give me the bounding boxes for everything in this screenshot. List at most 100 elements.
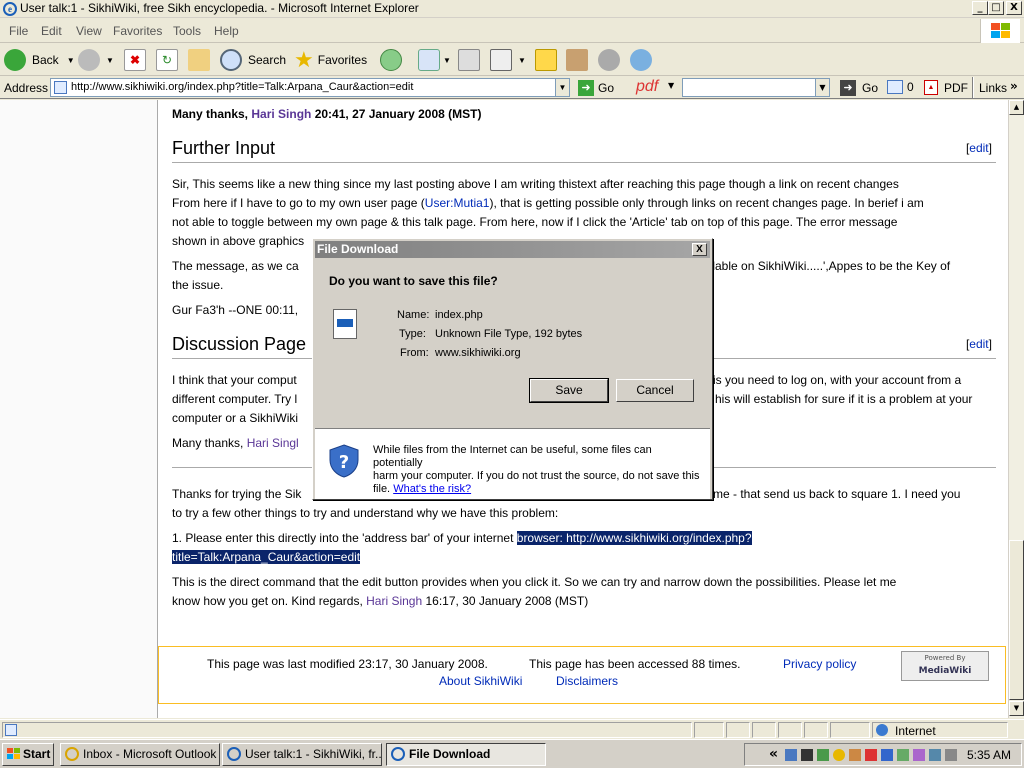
dialog-close-button[interactable]: X: [692, 243, 707, 256]
save-button[interactable]: Save: [529, 378, 609, 403]
vertical-scrollbar[interactable]: ▲ ▼: [1008, 100, 1024, 718]
tray-icon[interactable]: [897, 749, 909, 761]
file-download-dialog: File Download X Do you want to save this…: [312, 238, 713, 500]
tray-expand-icon[interactable]: «: [769, 746, 778, 762]
last-modified-text: This page was last modified 23:17, 30 Ja…: [207, 657, 488, 671]
edit-link[interactable]: edit: [969, 337, 988, 351]
research-button[interactable]: [566, 48, 588, 72]
name-value: index.php: [435, 309, 483, 321]
task-sikhiwiki[interactable]: User talk:1 - SikhiWiki, fr...: [222, 743, 382, 766]
counter-button[interactable]: 0: [887, 80, 914, 94]
chevron-down-icon[interactable]: ▼: [106, 56, 114, 65]
edit-page-button[interactable]: ▼: [490, 48, 526, 72]
home-button[interactable]: [188, 48, 210, 72]
user-link[interactable]: Hari Singh: [366, 594, 422, 608]
tray-icon[interactable]: [833, 749, 845, 761]
scroll-down-icon[interactable]: ▼: [1009, 701, 1024, 716]
tray-icon[interactable]: [945, 749, 957, 761]
tray-icon[interactable]: [865, 749, 877, 761]
scroll-up-icon[interactable]: ▲: [1009, 100, 1024, 115]
tray-icon[interactable]: [913, 749, 925, 761]
tray-icon[interactable]: [801, 749, 813, 761]
menu-favorites[interactable]: Favorites: [113, 24, 162, 38]
toolbar-divider: [972, 77, 974, 98]
menu-help[interactable]: Help: [214, 24, 239, 38]
pdf-icon: ▲: [924, 80, 938, 95]
minimize-button[interactable]: _: [972, 1, 988, 15]
text: is you need to log on, with your account…: [713, 373, 962, 387]
tray-icon[interactable]: [881, 749, 893, 761]
chevron-down-icon[interactable]: ▼: [668, 81, 674, 90]
go2-button[interactable]: ➜ Go: [840, 80, 878, 96]
disclaimers-link[interactable]: Disclaimers: [556, 674, 618, 688]
tray-icon[interactable]: [929, 749, 941, 761]
whats-the-risk-link[interactable]: What's the risk?: [393, 483, 471, 495]
user-link[interactable]: Hari Singh: [251, 107, 311, 121]
address-input[interactable]: http://www.sikhiwiki.org/index.php?title…: [50, 78, 570, 97]
messenger-button[interactable]: [598, 48, 620, 72]
mail-button[interactable]: ▼: [418, 48, 451, 72]
chevron-down-icon[interactable]: ▼: [518, 56, 526, 65]
go-button[interactable]: ➜ Go: [578, 80, 614, 96]
selected-url-text[interactable]: title=Talk:Arpana_Caur&action=edit: [172, 550, 361, 564]
address-url: http://www.sikhiwiki.org/index.php?title…: [71, 81, 414, 93]
file-icon-band: [337, 319, 353, 327]
print-button[interactable]: [458, 48, 480, 72]
privacy-policy-link[interactable]: Privacy policy: [783, 657, 856, 671]
task-outlook[interactable]: Inbox - Microsoft Outlook: [60, 743, 220, 766]
pdf-search-input[interactable]: ▼: [682, 78, 830, 97]
start-label: Start: [23, 747, 51, 761]
title-bar: e User talk:1 - SikhiWiki, free Sikh enc…: [0, 0, 1024, 18]
refresh-button[interactable]: ↻: [156, 48, 178, 72]
back-button[interactable]: Back ▼: [4, 48, 75, 72]
cancel-button[interactable]: Cancel: [616, 379, 694, 402]
address-dropdown-icon[interactable]: ▼: [555, 79, 569, 96]
edit-section-link[interactable]: [edit]: [966, 337, 992, 351]
maximize-button[interactable]: □: [988, 1, 1004, 15]
user-link[interactable]: Hari Singl: [247, 436, 299, 450]
links-chevron-icon[interactable]: »: [1010, 79, 1018, 93]
edit-link[interactable]: edit: [969, 141, 988, 155]
start-button[interactable]: Start: [2, 743, 54, 766]
selected-url-text[interactable]: browser: http://www.sikhiwiki.org/index.…: [516, 531, 752, 545]
pdf-search-dropdown-icon[interactable]: ▼: [815, 79, 829, 96]
tray-icon[interactable]: [817, 749, 829, 761]
internet-globe-icon: [876, 724, 888, 736]
text-line: not able to toggle between my own page &…: [172, 215, 898, 229]
scroll-thumb[interactable]: [1009, 540, 1024, 700]
stop-button[interactable]: ✖: [124, 48, 146, 72]
task-file-download[interactable]: File Download: [386, 743, 546, 766]
links-button[interactable]: Links: [979, 81, 1007, 95]
close-button[interactable]: X: [1006, 1, 1022, 15]
menu-edit[interactable]: Edit: [41, 24, 62, 38]
unknown-file-icon: [333, 309, 357, 339]
tray-icon[interactable]: [849, 749, 861, 761]
outlook-icon: [65, 747, 79, 761]
chevron-down-icon[interactable]: ▼: [67, 56, 75, 65]
text-line: harm your computer. If you do not trust …: [373, 470, 700, 482]
forward-button[interactable]: ▼: [78, 48, 114, 72]
counter-value: 0: [907, 80, 914, 94]
favorites-button[interactable]: ★ Favorites: [294, 47, 367, 72]
user-mutia1-link[interactable]: User:Mutia1: [425, 196, 490, 210]
contacts-button[interactable]: [630, 48, 652, 72]
tray-icon[interactable]: [785, 749, 797, 761]
text: know how you get on. Kind regards,: [172, 594, 367, 608]
search-button[interactable]: Search: [220, 48, 286, 72]
stop-icon: ✖: [124, 49, 146, 71]
clock[interactable]: 5:35 AM: [967, 748, 1011, 762]
history-button[interactable]: [380, 48, 402, 72]
pdf-button[interactable]: ▲ PDF: [924, 80, 968, 95]
menu-view[interactable]: View: [76, 24, 102, 38]
forward-arrow-icon: [78, 49, 100, 71]
dialog-title-bar[interactable]: File Download X: [315, 241, 710, 258]
chevron-down-icon[interactable]: ▼: [443, 56, 451, 65]
pdf-logo[interactable]: pdf: [636, 78, 658, 96]
notes-button[interactable]: [535, 48, 557, 72]
menu-file[interactable]: File: [9, 24, 28, 38]
menu-tools[interactable]: Tools: [173, 24, 201, 38]
about-link[interactable]: About SikhiWiki: [439, 674, 522, 688]
mediawiki-badge[interactable]: Powered By MediaWiki: [901, 651, 989, 681]
signature-line: Many thanks, Hari Singh 20:41, 27 Januar…: [172, 105, 996, 124]
edit-section-link[interactable]: [edit]: [966, 141, 992, 155]
